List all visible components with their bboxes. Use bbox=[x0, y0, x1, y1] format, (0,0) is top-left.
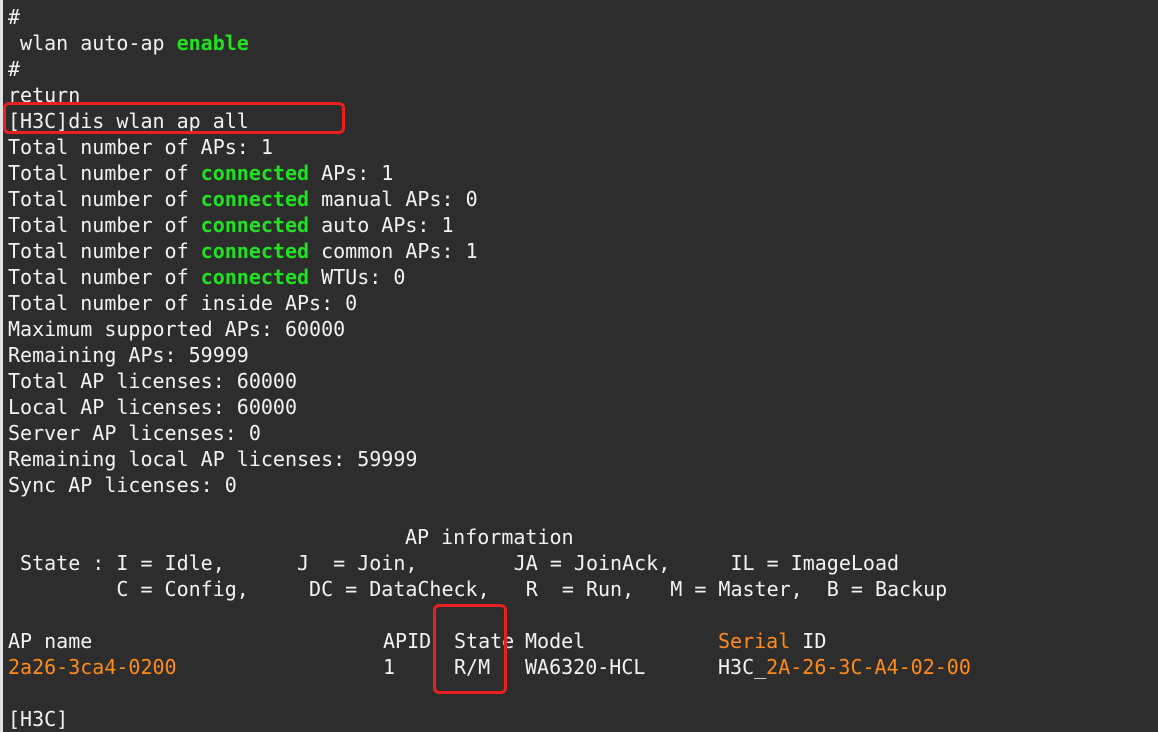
terminal-window[interactable]: # wlan auto-ap enable # return [H3C]dis wla… bbox=[0, 0, 1158, 732]
row-model: WA6320-HCL bbox=[525, 655, 646, 679]
keyword-highlight: connected bbox=[200, 213, 310, 237]
row-ap-name: 2a26-3ca4-0200 bbox=[8, 655, 177, 679]
header-state: State bbox=[454, 629, 515, 653]
output-line: wlan auto-ap enable bbox=[8, 31, 249, 55]
header-apid: APID bbox=[383, 629, 432, 653]
output-line: Total AP licenses: 60000 bbox=[8, 369, 297, 393]
output-line: Total number of connected APs: 1 bbox=[8, 161, 394, 185]
output-line: Server AP licenses: 0 bbox=[8, 421, 261, 445]
output-line: # bbox=[8, 57, 21, 81]
state-legend-line-1: State : I = Idle, J = Join, JA = JoinAck… bbox=[8, 551, 900, 575]
header-ap-name: AP name bbox=[8, 629, 93, 653]
output-line: Total number of APs: 1 bbox=[8, 135, 273, 159]
output-line: Maximum supported APs: 60000 bbox=[8, 317, 346, 341]
output-line: [H3C]dis wlan ap all bbox=[8, 109, 249, 133]
output-line: Total number of connected WTUs: 0 bbox=[8, 265, 406, 289]
output-line: Total number of connected common APs: 1 bbox=[8, 239, 478, 263]
output-line: Total number of connected auto APs: 1 bbox=[8, 213, 454, 237]
row-serial-value: 2A-26-3C-A4-02-00 bbox=[766, 655, 971, 679]
output-line: Sync AP licenses: 0 bbox=[8, 473, 237, 497]
output-line: Remaining APs: 59999 bbox=[8, 343, 249, 367]
keyword-highlight: connected bbox=[200, 187, 310, 211]
keyword-highlight: connected bbox=[200, 265, 310, 289]
output-line: Remaining local AP licenses: 59999 bbox=[8, 447, 418, 471]
row-apid: 1 bbox=[383, 655, 396, 679]
state-legend-line-2: C = Config, DC = DataCheck, R = Run, M =… bbox=[8, 577, 948, 601]
command-prompt[interactable]: [H3C] bbox=[8, 706, 68, 732]
row-state: R/M bbox=[454, 655, 491, 679]
keyword-highlight: connected bbox=[200, 239, 310, 263]
row-serial-id: H3C_2A-26-3C-A4-02-00 bbox=[718, 655, 971, 679]
output-line: Total number of inside APs: 0 bbox=[8, 291, 358, 315]
header-serial-id: Serial ID bbox=[718, 629, 827, 653]
keyword-highlight: enable bbox=[176, 31, 249, 55]
header-model: Model bbox=[525, 629, 586, 653]
ap-info-title: AP information bbox=[405, 525, 574, 549]
output-line: return bbox=[8, 83, 81, 107]
output-line: # bbox=[8, 5, 21, 29]
output-line: Total number of connected manual APs: 0 bbox=[8, 187, 478, 211]
keyword-highlight: connected bbox=[200, 161, 310, 185]
header-serial-keyword: Serial bbox=[718, 629, 791, 653]
output-line: Local AP licenses: 60000 bbox=[8, 395, 297, 419]
